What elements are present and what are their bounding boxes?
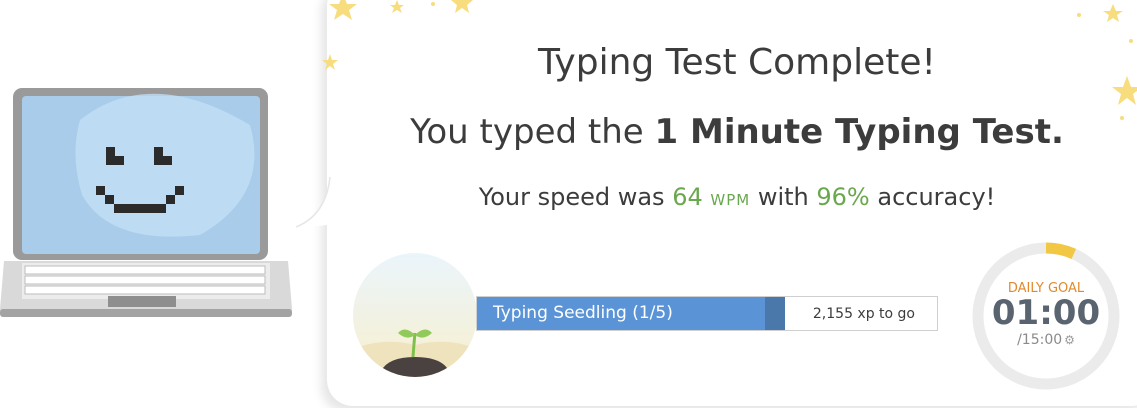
- level-label: Typing Seedling (1/5): [493, 303, 673, 323]
- level-progress-bar: Typing Seedling (1/5) 2,155 xp to go: [476, 296, 938, 331]
- accuracy-value: 96%: [816, 183, 870, 211]
- speed-middle: with: [750, 183, 817, 211]
- subtitle-prefix: You typed the: [410, 112, 655, 152]
- speed-suffix: accuracy!: [869, 183, 996, 211]
- test-name: 1 Minute Typing Test.: [654, 112, 1064, 152]
- speed-prefix: Your speed was: [478, 183, 673, 211]
- laptop-smiley-illustration: [0, 88, 292, 317]
- results-title: Typing Test Complete!: [538, 42, 936, 83]
- level-progress-fill: Typing Seedling (1/5): [477, 297, 786, 330]
- level-progress-fill-edge: [765, 297, 786, 330]
- daily-goal-time: 01:00: [991, 293, 1101, 333]
- test-name-line: You typed the 1 Minute Typing Test.: [327, 112, 1137, 152]
- xp-remaining: 2,155 xp to go: [812, 306, 915, 322]
- gear-icon[interactable]: ⚙: [1064, 333, 1075, 347]
- seedling-illustration: [353, 253, 477, 377]
- daily-goal-total: /15:00 ⚙: [970, 332, 1122, 348]
- daily-goal-total-value: /15:00: [1017, 332, 1063, 348]
- wpm-value: 64: [672, 183, 703, 211]
- speed-summary: Your speed was 64 WPM with 96% accuracy!: [327, 183, 1137, 211]
- wpm-unit: WPM: [710, 191, 751, 209]
